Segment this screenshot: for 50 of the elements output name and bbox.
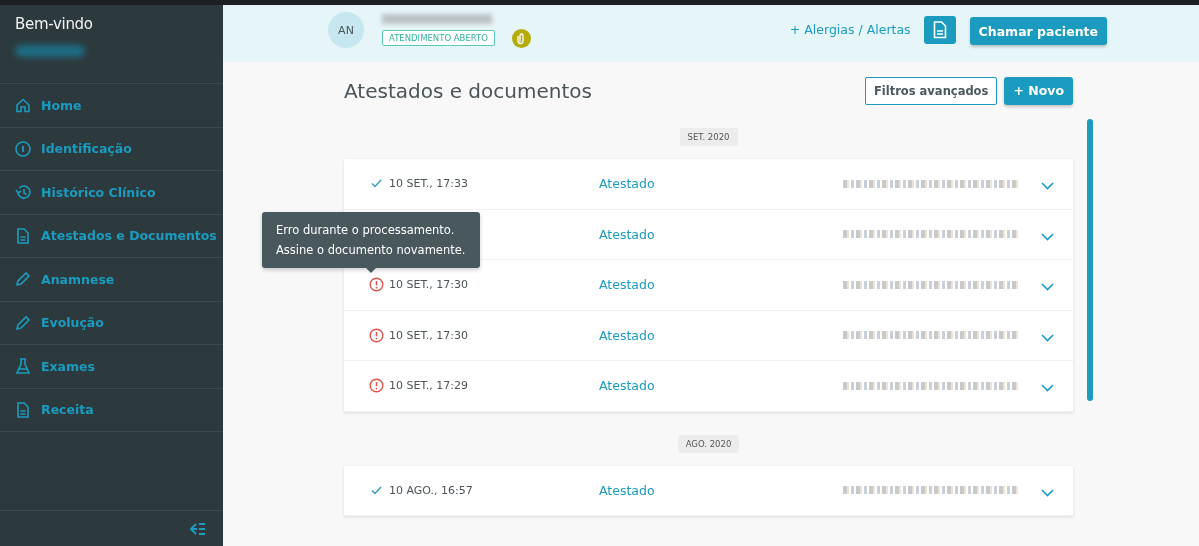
- document-row[interactable]: 10 AGO., 16:57 Atestado: [344, 465, 1073, 516]
- chevron-down-icon[interactable]: [1041, 488, 1054, 497]
- document-row[interactable]: 10 SET., 17:30 Atestado: [344, 310, 1073, 361]
- welcome-title: Bem-vindo: [15, 15, 94, 33]
- chevron-down-icon[interactable]: [1041, 333, 1054, 342]
- date-time: 10 SET., 17:29: [389, 379, 470, 393]
- month-label: SET. 2020: [679, 128, 738, 146]
- advanced-filters-button[interactable]: Filtros avançados: [864, 76, 998, 105]
- status-badge: ATENDIMENTO ABERTO: [382, 30, 495, 46]
- chevron-down-icon[interactable]: [1041, 283, 1054, 292]
- document-type: Atestado: [599, 378, 656, 394]
- pencil-icon: [15, 314, 31, 331]
- document-row[interactable]: 10 SET., 17:33 Atestado: [344, 159, 1073, 210]
- collapse-menu-icon[interactable]: [190, 521, 206, 536]
- document-button[interactable]: [923, 16, 956, 44]
- document-icon: [932, 21, 947, 39]
- error-icon[interactable]: [369, 327, 384, 343]
- new-button[interactable]: + Novo: [1004, 76, 1073, 105]
- document-type: Atestado: [599, 226, 656, 242]
- date-time: 10 SET., 17:33: [389, 177, 470, 191]
- history-icon: [15, 184, 31, 201]
- chevron-down-icon[interactable]: [1041, 384, 1054, 393]
- allergies-alerts-link[interactable]: + Alergias / Alertas: [789, 21, 911, 37]
- blurred-name: [15, 45, 85, 57]
- error-icon[interactable]: [369, 277, 384, 293]
- error-icon[interactable]: [369, 378, 384, 394]
- document-type: Atestado: [599, 482, 656, 498]
- page-title: Atestados e documentos: [344, 78, 593, 103]
- check-icon: [371, 179, 382, 189]
- month-label: AGO. 2020: [677, 434, 740, 453]
- date-time: 10 SET., 17:30: [389, 328, 470, 342]
- document-type: Atestado: [599, 277, 656, 293]
- avatar: AN: [328, 12, 364, 48]
- document-icon: [15, 227, 31, 244]
- document-type: Atestado: [599, 327, 656, 343]
- pencil-icon: [15, 271, 31, 288]
- flask-icon: [15, 358, 31, 375]
- document-row[interactable]: 10 SET., 17:29 Atestado: [344, 361, 1073, 412]
- scrollbar[interactable]: [1087, 119, 1093, 401]
- chevron-down-icon[interactable]: [1041, 232, 1054, 241]
- date-time: 10 SET., 17:30: [389, 278, 470, 292]
- document-icon: [15, 401, 31, 418]
- info-icon: [15, 140, 31, 157]
- check-icon: [371, 485, 382, 495]
- date-time: 10 AGO., 16:57: [389, 483, 474, 497]
- call-patient-button[interactable]: Chamar paciente: [969, 17, 1107, 45]
- document-type: Atestado: [599, 176, 656, 192]
- home-icon: [15, 97, 31, 114]
- paperclip-icon[interactable]: [511, 28, 531, 48]
- chevron-down-icon[interactable]: [1041, 182, 1054, 191]
